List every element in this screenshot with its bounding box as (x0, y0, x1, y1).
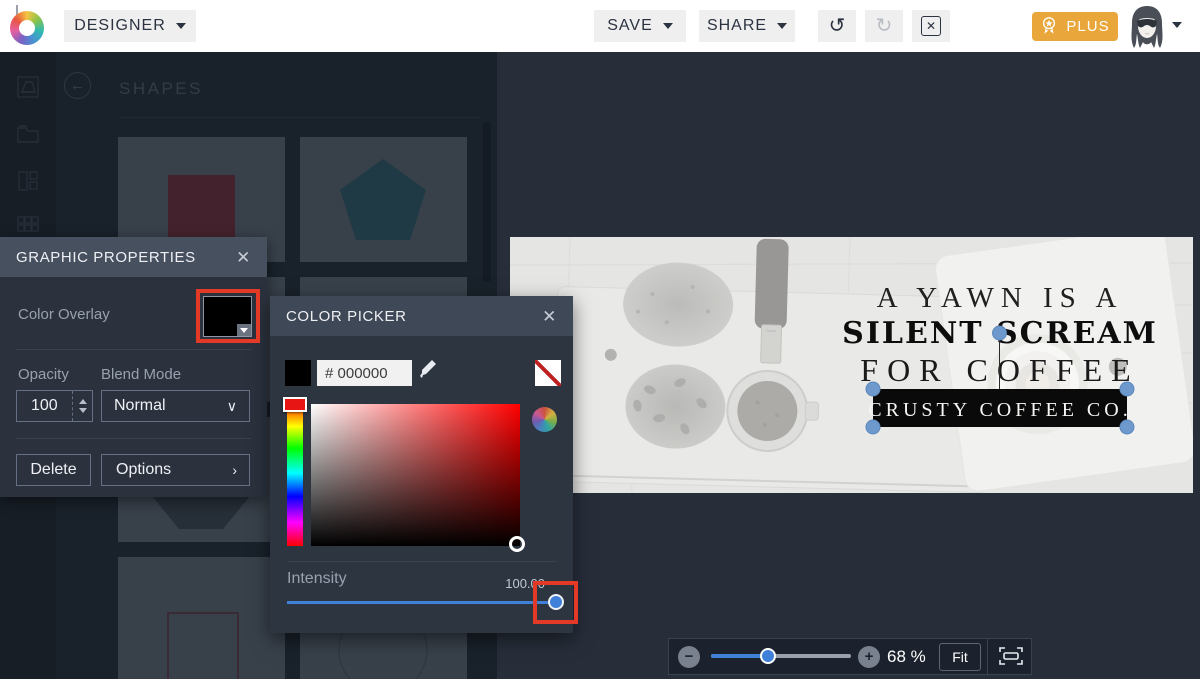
opacity-input[interactable]: 100 (16, 390, 93, 422)
logo-ring (10, 11, 44, 45)
design-text-line1[interactable]: A YAWN IS A (877, 282, 1124, 314)
selection-handle-bottom-left[interactable] (865, 419, 881, 435)
zoom-in-button[interactable]: + (858, 646, 880, 668)
save-label: SAVE (607, 17, 653, 34)
options-button[interactable]: Options › (101, 454, 250, 486)
intensity-slider-track[interactable] (287, 601, 557, 604)
design-canvas[interactable]: A YAWN IS A SILENT SCREAM FOR COFFEE CRU… (509, 226, 1196, 494)
eyedropper-icon[interactable] (418, 358, 438, 384)
stepper-down-icon[interactable] (78, 408, 87, 413)
blend-mode-value: Normal (114, 397, 166, 414)
user-menu-caret-icon[interactable] (1172, 22, 1182, 28)
undo-button[interactable]: ↺ (818, 10, 856, 42)
fit-button[interactable]: Fit (939, 643, 981, 671)
delete-button-label: Delete (30, 461, 77, 478)
zoom-percentage: 68 % (887, 647, 926, 666)
chevron-down-icon: ∨ (226, 397, 237, 414)
app-logo-icon[interactable] (8, 5, 48, 47)
blend-mode-select[interactable]: Normal ∨ (101, 390, 250, 422)
undo-icon: ↺ (828, 15, 846, 37)
selection-handle-top-left[interactable] (865, 381, 881, 397)
color-picker-panel: COLOR PICKER ✕ Intensity 100.00 (270, 296, 573, 633)
fullscreen-icon[interactable] (997, 644, 1025, 670)
opacity-stepper[interactable] (72, 391, 92, 421)
graphic-properties-title: GRAPHIC PROPERTIES (16, 248, 196, 266)
selection-handle-top-right[interactable] (1119, 381, 1135, 397)
delete-button[interactable]: Delete (16, 454, 91, 486)
opacity-value: 100 (31, 397, 58, 414)
caret-down-icon (777, 23, 788, 29)
user-avatar[interactable] (1126, 4, 1168, 50)
zoom-toolbar: − + 68 % Fit (668, 638, 1032, 675)
rotation-handle[interactable] (992, 325, 1007, 341)
saturation-value-area[interactable] (311, 404, 520, 546)
caret-down-icon (662, 23, 673, 29)
color-overlay-label: Color Overlay (18, 306, 110, 323)
no-color-swatch[interactable] (535, 360, 561, 386)
divider (16, 438, 251, 439)
caret-down-icon (175, 23, 186, 29)
saturation-value-handle[interactable] (509, 536, 525, 552)
selection-handle-bottom-right[interactable] (1119, 419, 1135, 435)
designer-label: DESIGNER (74, 17, 166, 34)
hex-color-input[interactable] (317, 360, 412, 386)
divider (987, 639, 988, 674)
zoom-slider-handle[interactable] (760, 648, 776, 664)
share-button[interactable]: SHARE (699, 10, 795, 42)
plus-badge-icon (1040, 16, 1058, 38)
graphic-properties-header: GRAPHIC PROPERTIES ✕ (0, 237, 267, 277)
chevron-right-icon: › (232, 462, 237, 478)
annotation-intensity-handle (533, 581, 578, 624)
divider (287, 561, 557, 562)
intensity-label: Intensity (287, 570, 347, 587)
save-button[interactable]: SAVE (594, 10, 686, 42)
zoom-out-button[interactable]: − (678, 646, 700, 668)
close-icon[interactable]: ✕ (236, 249, 251, 266)
color-picker-title: COLOR PICKER (286, 307, 407, 325)
redo-icon: ↻ (875, 15, 893, 37)
graphic-properties-panel: GRAPHIC PROPERTIES ✕ Color Overlay Opaci… (0, 237, 267, 497)
hue-slider-handle[interactable] (283, 397, 307, 412)
opacity-label: Opacity (18, 366, 69, 383)
blend-mode-label: Blend Mode (101, 366, 182, 383)
divider (16, 349, 251, 350)
color-wheel-icon[interactable] (532, 407, 557, 432)
discard-icon: ✕ (921, 16, 941, 36)
banner-text[interactable]: CRUSTY COFFEE CO. (868, 399, 1131, 421)
top-bar: DESIGNER SAVE SHARE ↺ ↻ ✕ PLUS (0, 0, 1200, 52)
discard-button[interactable]: ✕ (912, 10, 950, 42)
plus-label: PLUS (1066, 18, 1110, 35)
redo-button[interactable]: ↻ (865, 10, 903, 42)
annotation-color-overlay-swatch (196, 289, 260, 343)
close-icon[interactable]: ✕ (542, 308, 557, 325)
share-label: SHARE (706, 17, 768, 34)
hue-slider[interactable] (287, 400, 303, 546)
options-button-label: Options (116, 461, 172, 478)
zoom-slider-track[interactable] (711, 648, 851, 664)
designer-menu-button[interactable]: DESIGNER (64, 10, 196, 42)
current-color-swatch (285, 360, 311, 386)
plus-upgrade-button[interactable]: PLUS (1032, 12, 1118, 41)
stepper-up-icon[interactable] (78, 399, 87, 404)
color-picker-header: COLOR PICKER ✕ (270, 296, 573, 336)
